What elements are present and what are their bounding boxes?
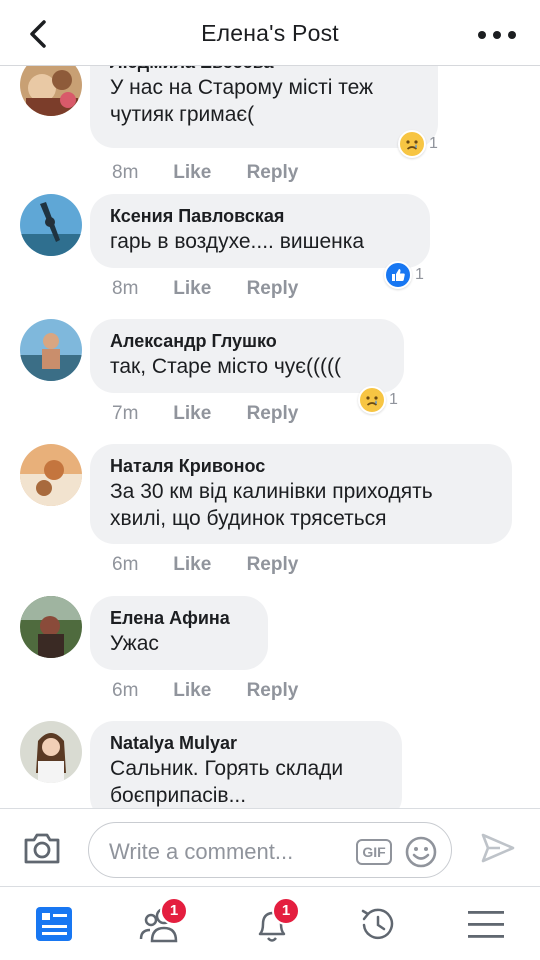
sad-reaction-icon bbox=[358, 386, 386, 414]
camera-icon[interactable] bbox=[22, 831, 62, 865]
reaction-count: 1 bbox=[429, 135, 438, 152]
tab-memories[interactable] bbox=[354, 901, 402, 947]
like-button[interactable]: Like bbox=[173, 554, 241, 576]
comment-author[interactable]: Людмила Евсеева bbox=[110, 66, 418, 74]
tab-news-feed[interactable] bbox=[30, 901, 78, 947]
comment-bubble: Александр Глушко так, Старе місто чує(((… bbox=[90, 319, 404, 393]
news-feed-icon bbox=[36, 907, 72, 941]
comment-time: 8m bbox=[112, 162, 139, 183]
avatar[interactable] bbox=[20, 319, 82, 381]
comment-author[interactable]: Александр Глушко bbox=[110, 329, 384, 353]
like-button[interactable]: Like bbox=[173, 403, 241, 425]
comment-bubble: Natalya Mulyar Сальник. Горять склади бо… bbox=[90, 721, 402, 808]
comment-bubble: Людмила Евсеева У нас на Старому місті т… bbox=[90, 66, 438, 148]
friends-badge: 1 bbox=[160, 897, 188, 925]
gif-button[interactable]: GIF bbox=[356, 839, 392, 865]
like-reaction-icon bbox=[384, 261, 412, 289]
notifications-badge: 1 bbox=[272, 897, 300, 925]
comment-bubble: Ксения Павловская гарь в воздухе.... виш… bbox=[90, 194, 430, 268]
reply-button[interactable]: Reply bbox=[247, 278, 299, 300]
comment-actions: 8m Like Reply bbox=[112, 162, 298, 184]
reaction-summary[interactable]: 1 bbox=[398, 129, 438, 159]
top-bar: Елена's Post bbox=[0, 0, 540, 66]
comment-author[interactable]: Елена Афина bbox=[110, 606, 248, 630]
comment-text: За 30 км від калинівки приходять хвилі, … bbox=[110, 480, 433, 530]
comment-text: У нас на Старому місті теж чутияк гримає… bbox=[110, 76, 374, 126]
more-options-icon[interactable] bbox=[478, 22, 518, 46]
comment-actions: 7m Like Reply bbox=[112, 403, 298, 425]
avatar[interactable] bbox=[20, 596, 82, 658]
avatar[interactable] bbox=[20, 444, 82, 506]
comments-list[interactable]: Людмила Евсеева У нас на Старому місті т… bbox=[0, 66, 540, 808]
hamburger-menu-icon bbox=[468, 911, 504, 938]
reaction-summary[interactable]: 1 bbox=[358, 385, 398, 415]
reaction-count: 1 bbox=[389, 391, 398, 408]
reaction-summary[interactable]: 1 bbox=[384, 260, 424, 290]
avatar[interactable] bbox=[20, 66, 82, 116]
comment-time: 7m bbox=[112, 403, 139, 424]
tab-friends[interactable]: 1 bbox=[136, 897, 188, 947]
like-button[interactable]: Like bbox=[173, 162, 241, 184]
tab-menu[interactable] bbox=[462, 901, 510, 947]
comment-actions: 6m Like Reply bbox=[112, 554, 298, 576]
comment-text: Сальник. Горять склади боєприпасів... bbox=[110, 757, 344, 807]
comment-time: 8m bbox=[112, 278, 139, 299]
comment-actions: 8m Like Reply bbox=[112, 278, 298, 300]
emoji-icon[interactable] bbox=[404, 835, 438, 869]
comment-text: Ужас bbox=[110, 632, 159, 655]
comment-text: гарь в воздухе.... вишенка bbox=[110, 230, 365, 253]
sad-reaction-icon bbox=[398, 130, 426, 158]
comment-composer: Write a comment... GIF bbox=[0, 808, 540, 886]
reaction-count: 1 bbox=[415, 266, 424, 283]
comment-time: 6m bbox=[112, 554, 139, 575]
reply-button[interactable]: Reply bbox=[247, 554, 299, 576]
comment-text: так, Старе місто чує((((( bbox=[110, 355, 341, 378]
clock-history-icon bbox=[361, 908, 394, 940]
avatar[interactable] bbox=[20, 194, 82, 256]
comment-author[interactable]: Наталя Кривонос bbox=[110, 454, 492, 478]
page-title: Елена's Post bbox=[201, 20, 339, 46]
comment-input-placeholder: Write a comment... bbox=[109, 839, 294, 864]
send-icon[interactable] bbox=[480, 831, 516, 865]
bottom-tab-bar: 1 1 bbox=[0, 886, 540, 960]
reply-button[interactable]: Reply bbox=[247, 403, 299, 425]
comment-author[interactable]: Ксения Павловская bbox=[110, 204, 410, 228]
reply-button[interactable]: Reply bbox=[247, 162, 299, 184]
avatar[interactable] bbox=[20, 721, 82, 783]
tab-notifications[interactable]: 1 bbox=[248, 897, 300, 947]
comment-bubble: Наталя Кривонос За 30 км від калинівки п… bbox=[90, 444, 512, 544]
comment-author[interactable]: Natalya Mulyar bbox=[110, 731, 382, 755]
comment-bubble: Елена Афина Ужас bbox=[90, 596, 268, 670]
like-button[interactable]: Like bbox=[173, 278, 241, 300]
comment-time: 6m bbox=[112, 680, 139, 701]
reply-button[interactable]: Reply bbox=[247, 680, 299, 702]
comment-actions: 6m Like Reply bbox=[112, 680, 298, 702]
comment-input[interactable]: Write a comment... GIF bbox=[88, 822, 452, 878]
like-button[interactable]: Like bbox=[173, 680, 241, 702]
